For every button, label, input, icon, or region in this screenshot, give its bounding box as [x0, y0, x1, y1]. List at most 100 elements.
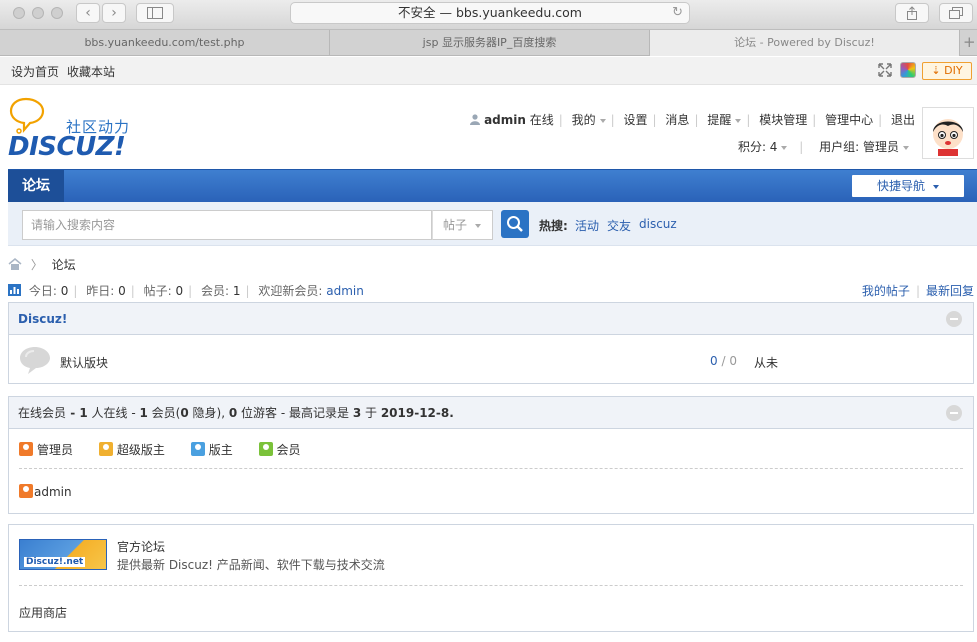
hot-word[interactable]: discuz	[639, 217, 677, 231]
collapse-icon[interactable]	[946, 311, 962, 327]
home-icon[interactable]	[8, 258, 22, 270]
user-info: 积分: 4 | 用户组: 管理员	[738, 138, 909, 155]
close-window-button[interactable]	[13, 7, 25, 19]
hot-word[interactable]: 交友	[607, 217, 631, 234]
back-button[interactable]: ‹	[76, 3, 100, 23]
minimize-window-button[interactable]	[32, 7, 44, 19]
search-button[interactable]	[501, 210, 529, 238]
breadcrumb: 〉 论坛	[8, 256, 76, 273]
official-forum-desc: 提供最新 Discuz! 产品新闻、软件下载与技术交流	[117, 558, 385, 572]
tab-forum[interactable]: 论坛 - Powered by Discuz!	[650, 30, 960, 56]
breadcrumb-current: 论坛	[51, 258, 76, 272]
share-icon	[907, 6, 917, 20]
welcome-label: 欢迎新会员:	[258, 284, 323, 298]
download-arrow-icon: ⇣	[931, 64, 941, 77]
notices-menu[interactable]: 提醒	[707, 113, 742, 127]
fullscreen-toggle[interactable]	[877, 62, 893, 81]
address-text: 不安全 — bbs.yuankeedu.com	[398, 5, 582, 20]
online-user[interactable]: admin	[19, 484, 72, 499]
breadcrumb-separator-icon: 〉	[30, 258, 43, 272]
chevron-down-icon	[781, 145, 788, 150]
admin-user-icon	[19, 484, 33, 498]
settings-link[interactable]: 设置	[624, 113, 648, 127]
tabs-icon	[949, 7, 963, 19]
style-switch-icon[interactable]	[900, 62, 916, 78]
chevron-right-icon: ›	[111, 5, 117, 21]
collapse-icon[interactable]	[946, 405, 962, 421]
sidebar-toggle-button[interactable]	[136, 3, 174, 23]
logout-link[interactable]: 退出	[891, 113, 915, 127]
bookmark-link[interactable]: 收藏本站	[67, 63, 115, 80]
chevron-down-icon	[475, 223, 482, 228]
forum-stats: 今日: 0 | 昨日: 0 | 帖子: 0 | 会员: 1 | 欢迎新会员: admin…	[8, 282, 977, 299]
forum-counts: 0 / 0	[710, 354, 737, 368]
zoom-window-button[interactable]	[51, 7, 63, 19]
diy-button[interactable]: ⇣ DIY	[922, 62, 972, 80]
official-forum-link[interactable]: 官方论坛	[117, 538, 165, 555]
module-manage-link[interactable]: 模块管理	[759, 113, 807, 127]
messages-link[interactable]: 消息	[665, 113, 689, 127]
posts-count: 0	[175, 284, 184, 298]
tab-test-php[interactable]: bbs.yuankeedu.com/test.php	[0, 30, 330, 56]
nav-forum[interactable]: 论坛	[8, 170, 64, 202]
chevron-down-icon	[903, 145, 909, 150]
group-legend: 管理员 超级版主 版主 会员	[19, 441, 301, 458]
yesterday-label: 昨日:	[86, 284, 115, 298]
category-box: Discuz! 默认版块 0 / 0 从未	[8, 302, 974, 384]
banner-label: Discuz!.net	[24, 557, 86, 567]
set-home-link[interactable]: 设为首页	[11, 63, 59, 80]
yesterday-count: 0	[118, 284, 126, 298]
tab-baidu-search[interactable]: jsp 显示服务器IP_百度搜索	[330, 30, 650, 56]
search-icon	[507, 216, 523, 232]
user-icon	[470, 114, 481, 128]
chevron-down-icon	[599, 118, 606, 123]
avatar[interactable]	[922, 107, 974, 159]
search-input[interactable]: 请输入搜索内容	[22, 210, 432, 240]
usergroup-menu[interactable]: 用户组: 管理员	[819, 140, 909, 154]
category-title[interactable]: Discuz!	[18, 312, 67, 326]
address-bar[interactable]: 不安全 — bbs.yuankeedu.com ↻	[290, 2, 690, 24]
user-menu: admin 在线 | 我的 | 设置 | 消息 | 提醒 | 模块管理 | 管理中心 | 退出	[470, 111, 915, 128]
top-toolbar: 设为首页 收藏本站 ⇣ DIY	[0, 57, 977, 85]
online-members-box: 在线会员 - 1 人在线 - 1 会员(0 隐身), 0 位游客 - 最高记录是…	[8, 396, 974, 514]
online-header: 在线会员 - 1 人在线 - 1 会员(0 隐身), 0 位游客 - 最高记录是…	[9, 397, 973, 429]
today-count: 0	[60, 284, 69, 298]
search-type-select[interactable]: 帖子	[432, 210, 493, 240]
forward-button[interactable]: ›	[102, 3, 126, 23]
forum-name-link[interactable]: 默认版块	[60, 354, 108, 371]
search-bar: 请输入搜索内容 帖子 热搜: 活动 交友 discuz	[8, 202, 977, 246]
latest-replies-link[interactable]: 最新回复	[926, 284, 974, 298]
site-logo[interactable]: 社区动力 DISCUZ!	[8, 96, 143, 162]
logo-wordmark: DISCUZ!	[8, 132, 126, 162]
sidebar-icon	[147, 7, 163, 19]
reload-icon[interactable]: ↻	[672, 3, 683, 23]
legend-admin: 管理员	[19, 442, 73, 457]
tabs-overview-button[interactable]	[939, 3, 973, 23]
today-label: 今日:	[28, 284, 57, 298]
admin-center-link[interactable]: 管理中心	[825, 113, 873, 127]
diy-label: DIY	[944, 64, 963, 77]
avatar-face-icon	[933, 119, 963, 156]
members-label: 会员:	[201, 284, 230, 298]
credits-menu[interactable]: 积分: 4	[738, 140, 788, 154]
thread-count: 0	[710, 354, 718, 368]
discuz-banner[interactable]: Discuz!.net	[19, 539, 107, 570]
share-button[interactable]	[895, 3, 929, 23]
online-status: 在线	[529, 113, 554, 127]
post-count: 0	[729, 354, 737, 368]
posts-label: 帖子:	[143, 284, 172, 298]
app-store-link[interactable]: 应用商店	[19, 604, 67, 621]
hot-word[interactable]: 活动	[575, 217, 599, 234]
new-tab-button[interactable]: +	[963, 33, 976, 51]
friend-links-box: Discuz!.net 官方论坛 提供最新 Discuz! 产品新闻、软件下载与…	[8, 524, 974, 632]
my-posts-link[interactable]: 我的帖子	[862, 284, 910, 298]
username-link[interactable]: admin	[484, 113, 526, 127]
category-header: Discuz!	[9, 303, 973, 335]
my-menu[interactable]: 我的	[572, 113, 606, 127]
divider	[19, 468, 963, 469]
quick-nav-button[interactable]: 快捷导航	[852, 175, 964, 197]
newest-member-link[interactable]: admin	[326, 284, 364, 298]
last-post: 从未	[754, 356, 779, 370]
divider	[19, 585, 963, 586]
mod-user-icon	[190, 442, 205, 456]
